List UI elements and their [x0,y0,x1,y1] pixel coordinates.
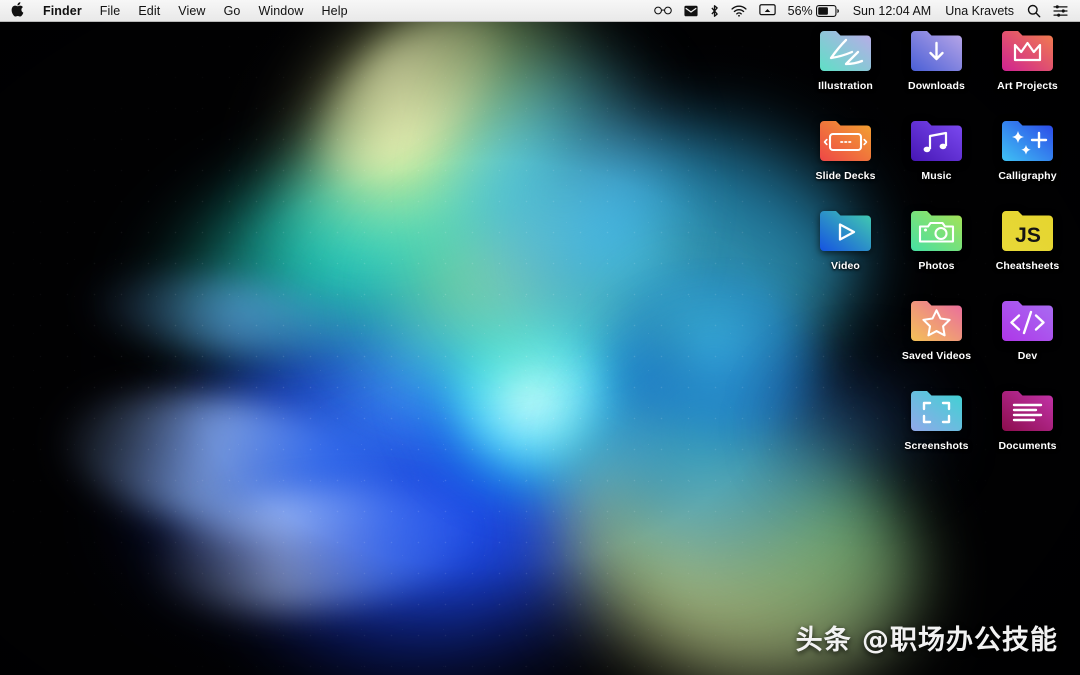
icon-row: Screenshots Documents [800,385,1074,475]
menu-bar[interactable]: Finder File Edit View Go Window Help [0,0,1080,22]
icon-label: Documents [998,440,1056,452]
star-icon [908,298,965,344]
desktop-icon-downloads[interactable]: Downloads [891,25,982,115]
status-menus[interactable]: 56% Sun 12:04 AM Una Kravets [648,0,1074,21]
icon-row: Illustration Downloads [800,25,1074,115]
icon-label: Art Projects [997,80,1058,92]
apple-menu[interactable] [0,0,34,21]
text-lines-icon [999,388,1056,434]
sparkles-icon [999,118,1056,164]
battery-percent-label: 56% [788,4,816,18]
desktop-icon-music[interactable]: Music [891,115,982,205]
crown-icon [999,28,1056,74]
desktop-icon-saved-videos[interactable]: Saved Videos [891,295,982,385]
control-center-list-icon[interactable] [1047,0,1074,21]
menu-item-window[interactable]: Window [249,0,312,21]
mail-envelope-icon[interactable] [678,0,704,21]
js-text-icon: JS [999,208,1056,254]
desktop-icon-art-projects[interactable]: Art Projects [982,25,1073,115]
desktop-icon-dev[interactable]: Dev [982,295,1073,385]
menu-item-edit[interactable]: Edit [129,0,169,21]
watermark-text: 头条 @职场办公技能 [796,618,1058,657]
slide-presentation-icon [817,118,874,164]
app-menus[interactable]: Finder File Edit View Go Window Help [0,0,357,21]
desktop-icon-video[interactable]: Video [800,205,891,295]
desktop-icon-screenshots[interactable]: Screenshots [891,385,982,475]
desktop-icon-cheatsheets[interactable]: JS Cheatsheets [982,205,1073,295]
music-note-icon [908,118,965,164]
icon-label: Saved Videos [902,350,971,362]
menu-item-finder[interactable]: Finder [34,0,91,21]
desktop-icon-illustration[interactable]: Illustration [800,25,891,115]
desktop-icon-grid[interactable]: Illustration Downloads [800,25,1074,475]
desktop-icon-photos[interactable]: Photos [891,205,982,295]
icon-row: Slide Decks Music [800,115,1074,205]
icon-label: Photos [918,260,954,272]
battery-icon [816,5,840,17]
code-brackets-icon [999,298,1056,344]
icon-row: Saved Videos Dev [800,295,1074,385]
icon-label: Calligraphy [998,170,1056,182]
desktop-icon-calligraphy[interactable]: Calligraphy [982,115,1073,205]
battery-status[interactable]: 56% [782,0,846,21]
apple-logo-icon [11,2,24,20]
glasses-icon[interactable] [648,0,678,21]
wifi-icon[interactable] [725,0,753,21]
icon-label: Music [921,170,951,182]
icon-label: Cheatsheets [996,260,1060,272]
menu-item-help[interactable]: Help [313,0,357,21]
search-magnifier-icon[interactable] [1021,0,1047,21]
svg-text:JS: JS [1015,224,1041,247]
desktop-icon-documents[interactable]: Documents [982,385,1073,475]
play-triangle-icon [817,208,874,254]
icon-label: Video [831,260,860,272]
desktop-icon-slide-decks[interactable]: Slide Decks [800,115,891,205]
icon-row: Video Photos [800,205,1074,295]
icon-label: Dev [1018,350,1038,362]
bluetooth-icon[interactable] [704,0,725,21]
camera-icon [908,208,965,254]
scribble-icon [817,28,874,74]
menu-item-view[interactable]: View [169,0,214,21]
crop-brackets-icon [908,388,965,434]
arrow-down-icon [908,28,965,74]
icon-label: Downloads [908,80,965,92]
menu-item-file[interactable]: File [91,0,130,21]
user-name[interactable]: Una Kravets [938,4,1021,18]
icon-label: Screenshots [904,440,968,452]
airplay-screen-mirroring-icon[interactable] [753,0,782,21]
menu-item-go[interactable]: Go [215,0,250,21]
icon-label: Illustration [818,80,873,92]
clock[interactable]: Sun 12:04 AM [846,4,939,18]
icon-label: Slide Decks [815,170,875,182]
